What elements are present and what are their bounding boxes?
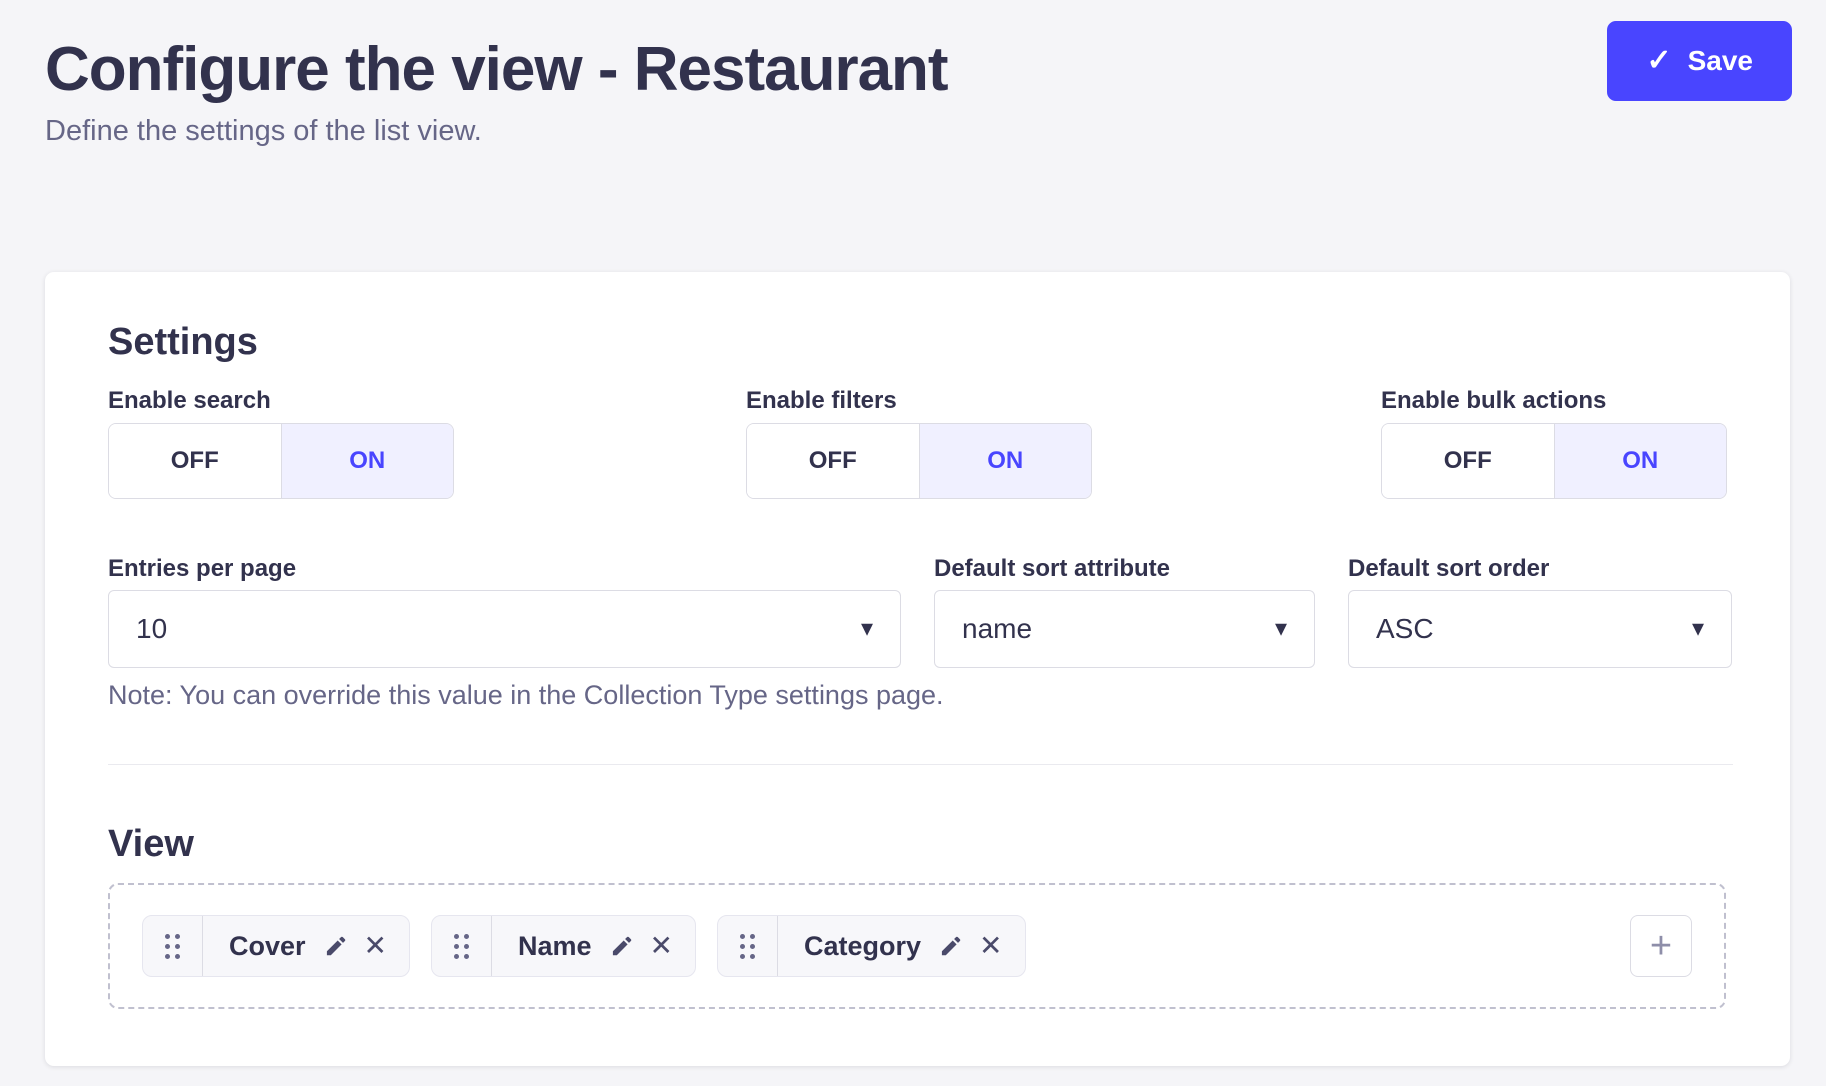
default-sort-order-select[interactable]: ASC ▾ bbox=[1348, 590, 1732, 668]
default-sort-order-label: Default sort order bbox=[1348, 556, 1732, 582]
entries-per-page-value: 10 bbox=[136, 613, 167, 645]
save-button[interactable]: ✓ Save bbox=[1607, 21, 1792, 101]
view-section-heading: View bbox=[108, 822, 1733, 866]
settings-section-heading: Settings bbox=[108, 320, 1733, 364]
page-title: Configure the view - Restaurant bbox=[45, 34, 1781, 105]
close-icon: ✕ bbox=[979, 932, 1002, 960]
field-pill-label: Name bbox=[518, 931, 592, 962]
remove-field-button[interactable]: ✕ bbox=[979, 932, 1002, 960]
default-sort-attribute-field: Default sort attribute name ▾ bbox=[934, 556, 1315, 668]
enable-search-toggle: OFF ON bbox=[108, 423, 454, 499]
settings-toggles-row: Enable search OFF ON Enable filters OFF … bbox=[108, 388, 1733, 499]
drag-handle[interactable] bbox=[432, 916, 492, 976]
field-pill-label: Cover bbox=[229, 931, 306, 962]
edit-field-button[interactable] bbox=[610, 934, 634, 958]
enable-bulk-actions-label: Enable bulk actions bbox=[1381, 388, 1727, 414]
entries-per-page-field: Entries per page 10 ▾ bbox=[108, 556, 901, 668]
chevron-down-icon: ▾ bbox=[1692, 617, 1704, 641]
edit-field-button[interactable] bbox=[324, 934, 348, 958]
plus-icon: + bbox=[1650, 927, 1672, 965]
drag-dots-icon bbox=[454, 934, 469, 959]
default-sort-attribute-select[interactable]: name ▾ bbox=[934, 590, 1315, 668]
enable-filters-toggle: OFF ON bbox=[746, 423, 1092, 499]
close-icon: ✕ bbox=[650, 932, 673, 960]
remove-field-button[interactable]: ✕ bbox=[650, 932, 673, 960]
default-sort-attribute-value: name bbox=[962, 613, 1032, 645]
field-layout-dropzone: Cover ✕ Name ✕ Category bbox=[108, 883, 1726, 1009]
enable-filters-on-button[interactable]: ON bbox=[919, 424, 1092, 498]
configure-view-card: Settings Enable search OFF ON Enable fil… bbox=[45, 272, 1790, 1066]
field-pill-label: Category bbox=[804, 931, 921, 962]
default-sort-attribute-label: Default sort attribute bbox=[934, 556, 1315, 582]
enable-search-off-button[interactable]: OFF bbox=[109, 424, 281, 498]
enable-bulk-actions-on-button[interactable]: ON bbox=[1554, 424, 1727, 498]
chevron-down-icon: ▾ bbox=[861, 617, 873, 641]
drag-dots-icon bbox=[165, 934, 180, 959]
default-sort-order-field: Default sort order ASC ▾ bbox=[1348, 556, 1732, 668]
entries-per-page-note: Note: You can override this value in the… bbox=[108, 680, 1733, 711]
enable-bulk-actions-off-button[interactable]: OFF bbox=[1382, 424, 1554, 498]
enable-filters-off-button[interactable]: OFF bbox=[747, 424, 919, 498]
pencil-icon bbox=[939, 934, 963, 958]
remove-field-button[interactable]: ✕ bbox=[364, 932, 387, 960]
pencil-icon bbox=[610, 934, 634, 958]
enable-bulk-actions-field: Enable bulk actions OFF ON bbox=[1381, 388, 1727, 499]
default-sort-order-value: ASC bbox=[1376, 613, 1434, 645]
save-button-label: Save bbox=[1688, 45, 1753, 77]
close-icon: ✕ bbox=[364, 932, 387, 960]
chevron-down-icon: ▾ bbox=[1275, 617, 1287, 641]
field-pill-cover[interactable]: Cover ✕ bbox=[142, 915, 410, 977]
field-pill-name[interactable]: Name ✕ bbox=[431, 915, 696, 977]
edit-field-button[interactable] bbox=[939, 934, 963, 958]
enable-filters-field: Enable filters OFF ON bbox=[746, 388, 1381, 499]
page-subtitle: Define the settings of the list view. bbox=[45, 115, 1781, 148]
entries-per-page-select[interactable]: 10 ▾ bbox=[108, 590, 901, 668]
drag-handle[interactable] bbox=[718, 916, 778, 976]
settings-selects-row: Entries per page 10 ▾ Default sort attri… bbox=[108, 556, 1733, 668]
entries-per-page-label: Entries per page bbox=[108, 556, 901, 582]
enable-search-on-button[interactable]: ON bbox=[281, 424, 454, 498]
drag-dots-icon bbox=[740, 934, 755, 959]
check-icon: ✓ bbox=[1646, 46, 1671, 76]
add-field-button[interactable]: + bbox=[1630, 915, 1692, 977]
section-divider bbox=[108, 764, 1733, 765]
enable-search-label: Enable search bbox=[108, 388, 746, 414]
pencil-icon bbox=[324, 934, 348, 958]
enable-filters-label: Enable filters bbox=[746, 388, 1381, 414]
page-header: Configure the view - Restaurant Define t… bbox=[0, 0, 1826, 148]
enable-bulk-actions-toggle: OFF ON bbox=[1381, 423, 1727, 499]
field-pill-category[interactable]: Category ✕ bbox=[717, 915, 1026, 977]
enable-search-field: Enable search OFF ON bbox=[108, 388, 746, 499]
drag-handle[interactable] bbox=[143, 916, 203, 976]
